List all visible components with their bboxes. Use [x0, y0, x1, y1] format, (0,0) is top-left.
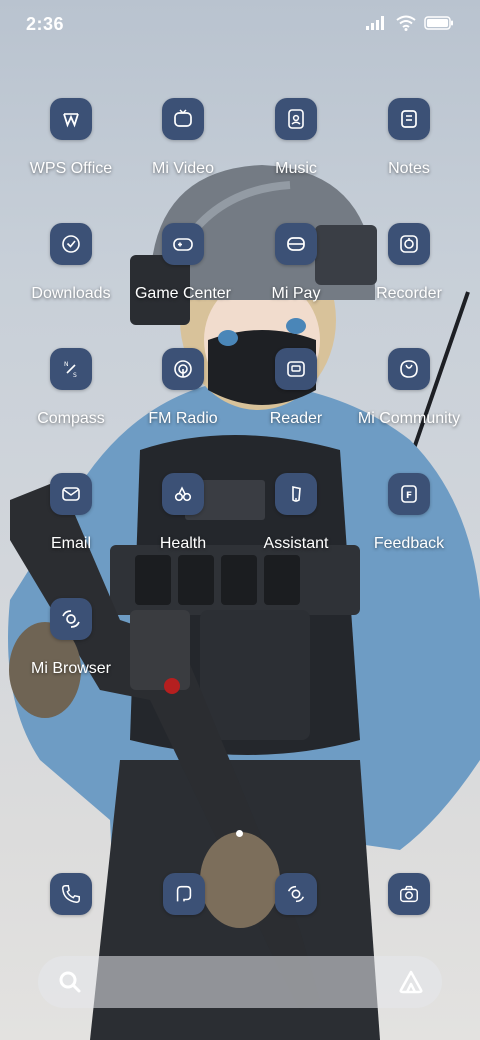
app-label: Notes: [388, 160, 430, 177]
app-compass[interactable]: N S Compass: [15, 348, 127, 458]
app-fm-radio[interactable]: FM Radio: [127, 348, 239, 458]
app-label: Mi Video: [152, 160, 214, 177]
app-label: Recorder: [376, 285, 442, 302]
app-label: Mi Browser: [30, 660, 111, 677]
dock-browser-app[interactable]: [275, 873, 317, 915]
mail-icon[interactable]: [50, 473, 92, 515]
svg-text:F: F: [406, 491, 412, 501]
wps-office-icon[interactable]: [50, 98, 92, 140]
wifi-icon: [396, 15, 416, 31]
wallet-icon[interactable]: [275, 223, 317, 265]
app-game-center[interactable]: Game Center: [127, 223, 239, 333]
app-health[interactable]: Health: [127, 473, 239, 583]
messages-icon: [176, 885, 192, 902]
feedback-icon[interactable]: F: [388, 473, 430, 515]
status-bar: 2:36: [0, 0, 480, 52]
notes-icon[interactable]: [388, 98, 430, 140]
browser-icon[interactable]: [50, 598, 92, 640]
app-mi-pay[interactable]: Mi Pay: [240, 223, 352, 333]
music-icon[interactable]: [275, 98, 317, 140]
app-label: Feedback: [373, 535, 445, 552]
phone-icon: [62, 885, 80, 903]
app-label: Compass: [37, 410, 105, 427]
app-feedback[interactable]: F Feedback: [353, 473, 465, 583]
reader-icon[interactable]: [275, 348, 317, 390]
app-label: Mi Pay: [271, 285, 321, 302]
app-label: Downloads: [31, 285, 111, 302]
battery-icon: [424, 16, 453, 30]
app-downloads[interactable]: Downloads: [15, 223, 127, 333]
search-icon[interactable]: [58, 970, 82, 994]
svg-text:S: S: [73, 372, 77, 379]
radio-icon[interactable]: [162, 348, 204, 390]
app-label: Health: [159, 535, 207, 552]
dock-phone-app[interactable]: [50, 873, 92, 915]
app-notes[interactable]: Notes: [353, 98, 465, 208]
dock-camera-app[interactable]: [388, 873, 430, 915]
app-music[interactable]: Music: [240, 98, 352, 208]
assistant-icon[interactable]: [275, 473, 317, 515]
app-label: Game Center: [134, 285, 232, 302]
page-indicator-dot: [236, 830, 243, 837]
dock-messages-app[interactable]: [163, 873, 205, 915]
status-icons: [366, 15, 454, 31]
app-label: FM Radio: [148, 410, 218, 427]
app-label: Email: [50, 535, 91, 552]
app-label: Mi Community: [357, 410, 461, 427]
download-icon[interactable]: [50, 223, 92, 265]
app-reader[interactable]: Reader: [240, 348, 352, 458]
app-assistant[interactable]: Assistant: [240, 473, 352, 583]
search-bar[interactable]: [38, 956, 442, 1008]
community-icon[interactable]: [388, 348, 430, 390]
app-email[interactable]: Email: [15, 473, 127, 583]
app-label: Assistant: [263, 535, 329, 552]
app-recorder[interactable]: Recorder: [353, 223, 465, 333]
svg-text:N: N: [64, 361, 69, 368]
assistant-icon[interactable]: [398, 969, 424, 995]
compass-icon[interactable]: NS: [50, 348, 92, 390]
camera-icon: [400, 885, 418, 903]
status-time: 2:36: [26, 14, 65, 34]
app-label: WPS Office: [29, 160, 113, 177]
signal-icon: [366, 16, 384, 30]
app-mi-browser[interactable]: Mi Browser: [15, 598, 127, 708]
tv-icon[interactable]: [162, 98, 204, 140]
app-wps-office[interactable]: WPS Office: [15, 98, 127, 208]
app-mi-video[interactable]: Mi Video: [127, 98, 239, 208]
app-label: Music: [275, 160, 317, 177]
app-mi-community[interactable]: Mi Community: [353, 348, 465, 458]
health-icon[interactable]: [162, 473, 204, 515]
gamepad-icon[interactable]: [162, 223, 204, 265]
app-label: Reader: [269, 410, 323, 427]
record-icon[interactable]: [388, 223, 430, 265]
browser-icon: [287, 885, 305, 903]
